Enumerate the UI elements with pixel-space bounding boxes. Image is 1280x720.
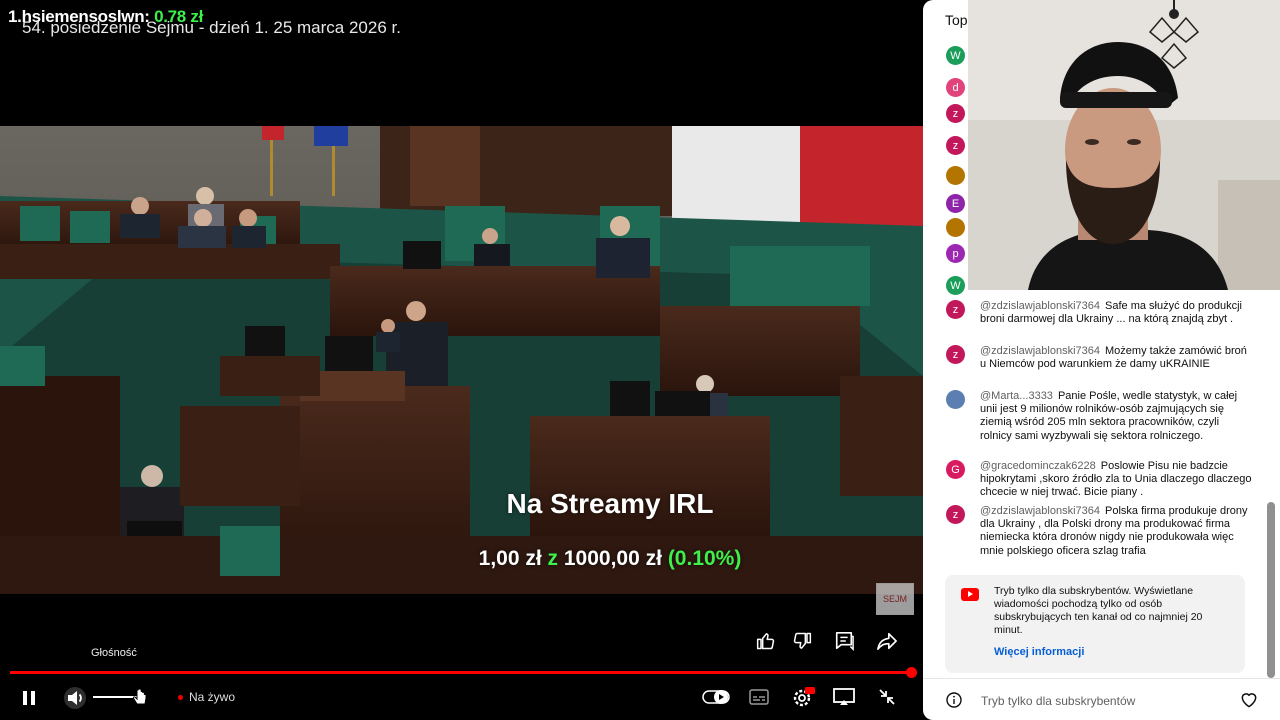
volume-button[interactable] <box>62 686 88 710</box>
chat-input-placeholder: Tryb tylko dla subskrybentów <box>981 694 1136 708</box>
chat-message-avatar <box>946 390 965 409</box>
streamer-camera <box>968 0 1280 290</box>
settings-icon <box>793 687 815 707</box>
exit-fullscreen-button[interactable] <box>876 687 898 707</box>
share-icon <box>877 632 897 650</box>
thumbs-up-icon <box>756 633 775 650</box>
goal-target: 1000,00 zł <box>563 547 662 570</box>
comments-icon <box>835 632 854 651</box>
subtitles-icon <box>749 689 769 705</box>
progress-bar[interactable] <box>10 671 913 674</box>
donation-goal-title: Na Streamy IRL <box>506 488 714 519</box>
chat-message-body: @Marta...3333 Panie Pośle, wedle statysty… <box>980 390 1252 443</box>
chat-avatar <box>946 218 965 237</box>
chat-message-body: @zdzislawjablonski7364 Safe ma służyć do … <box>980 300 1252 326</box>
video-player[interactable]: 54. posiedzenie Sejmu - dzień 1. 25 marc… <box>0 0 923 720</box>
chat-author[interactable]: @gracedominczak6228 <box>980 460 1096 472</box>
goal-percent: (0.10%) <box>667 547 742 570</box>
chat-scrollbar[interactable] <box>1267 502 1275 678</box>
top-donor-name: 1.hsiemensoslwn: <box>8 7 150 26</box>
cast-icon <box>833 688 855 705</box>
live-chat-panel: Top WdzzEpW z @zdzislawjablonski7364 Safe … <box>923 0 1280 720</box>
notice-text: Tryb tylko dla subskrybentów. Wyświetlan… <box>994 585 1203 636</box>
top-donor-amount: 0.78 zł <box>154 7 204 26</box>
chat-avatar: E <box>946 194 965 213</box>
chat-author[interactable]: @Marta...3333 <box>980 390 1053 402</box>
heart-icon[interactable] <box>1239 690 1259 710</box>
settings-button[interactable] <box>790 686 816 708</box>
chat-message-body: @zdzislawjablonski7364 Możemy także zamów… <box>980 345 1252 371</box>
chat-avatar <box>946 166 965 185</box>
live-dot <box>178 694 183 700</box>
info-icon[interactable] <box>946 692 962 708</box>
streamer-webcam-image <box>968 0 1280 290</box>
chat-avatar: d <box>946 78 965 97</box>
top-donor-overlay: 1.hsiemensoslwn: 0.78 zł <box>8 7 203 27</box>
video-frame[interactable] <box>0 126 923 594</box>
chat-input-bar: Tryb tylko dla subskrybentów <box>923 678 1280 720</box>
more-info-link[interactable]: Więcej informacji <box>994 646 1084 658</box>
chat-message-avatar: z <box>946 505 965 524</box>
live-indicator[interactable]: Na żywo <box>178 690 235 704</box>
progress-fill <box>10 671 911 674</box>
miniplayer-button[interactable] <box>832 687 856 707</box>
chat-message[interactable]: @Marta...3333 Panie Pośle, wedle statysty… <box>946 390 1258 443</box>
dislike-button[interactable] <box>789 628 815 654</box>
live-label: Na żywo <box>189 690 236 704</box>
chat-message[interactable]: z @zdzislawjablonski7364 Polska firma prod… <box>946 505 1258 558</box>
like-button[interactable] <box>753 628 779 654</box>
chat-message[interactable]: z @zdzislawjablonski7364 Możemy także zamó… <box>946 345 1258 371</box>
subtitles-button[interactable] <box>748 688 770 706</box>
parliament-scene <box>0 126 923 594</box>
chat-avatar: W <box>946 276 965 295</box>
chat-author[interactable]: @zdzislawjablonski7364 <box>980 345 1100 357</box>
chat-message-avatar: z <box>946 345 965 364</box>
goal-current: 1,00 zł <box>478 547 542 570</box>
chat-message-avatar: z <box>946 300 965 319</box>
volume-slider[interactable] <box>93 688 147 705</box>
chat-message-body: @gracedominczak6228 Poslowie Pisu nie bad… <box>980 460 1252 500</box>
chat-author[interactable]: @zdzislawjablonski7364 <box>980 505 1100 517</box>
autoplay-toggle-icon <box>702 690 730 704</box>
chat-avatar: W <box>946 46 965 65</box>
donation-goal-progress: 1,00 zł z 1000,00 zł (0.10%) <box>0 547 923 571</box>
chat-message-avatar: G <box>946 460 965 479</box>
goal-separator: z <box>547 547 559 570</box>
progress-scrubber[interactable] <box>906 667 917 678</box>
pause-button[interactable] <box>19 687 39 709</box>
hand-cursor-icon <box>133 688 147 705</box>
chat-message[interactable]: G @gracedominczak6228 Poslowie Pisu nie ba… <box>946 460 1258 500</box>
chat-avatar: p <box>946 244 965 263</box>
chat-message[interactable]: z @zdzislawjablonski7364 Safe ma służyć do… <box>946 300 1258 326</box>
exit-fullscreen-icon <box>879 689 895 705</box>
thumbs-down-icon <box>793 632 812 649</box>
volume-tooltip: Głośność <box>91 647 137 659</box>
chat-avatar: z <box>946 136 965 155</box>
chat-message-body: @zdzislawjablonski7364 Polska firma produ… <box>980 505 1252 558</box>
chat-mode-selector[interactable]: Top <box>945 12 968 28</box>
volume-icon <box>64 687 86 709</box>
share-button[interactable] <box>874 628 900 654</box>
subscribers-only-notice: Tryb tylko dla subskrybentów. Wyświetlan… <box>945 575 1245 673</box>
youtube-icon <box>961 588 979 601</box>
pause-icon <box>23 691 35 705</box>
comments-button[interactable] <box>831 628 857 654</box>
chat-avatar: z <box>946 104 965 123</box>
sejm-watermark: SEJM <box>876 583 914 615</box>
chat-author[interactable]: @zdzislawjablonski7364 <box>980 300 1100 312</box>
autoplay-toggle[interactable] <box>701 687 731 707</box>
